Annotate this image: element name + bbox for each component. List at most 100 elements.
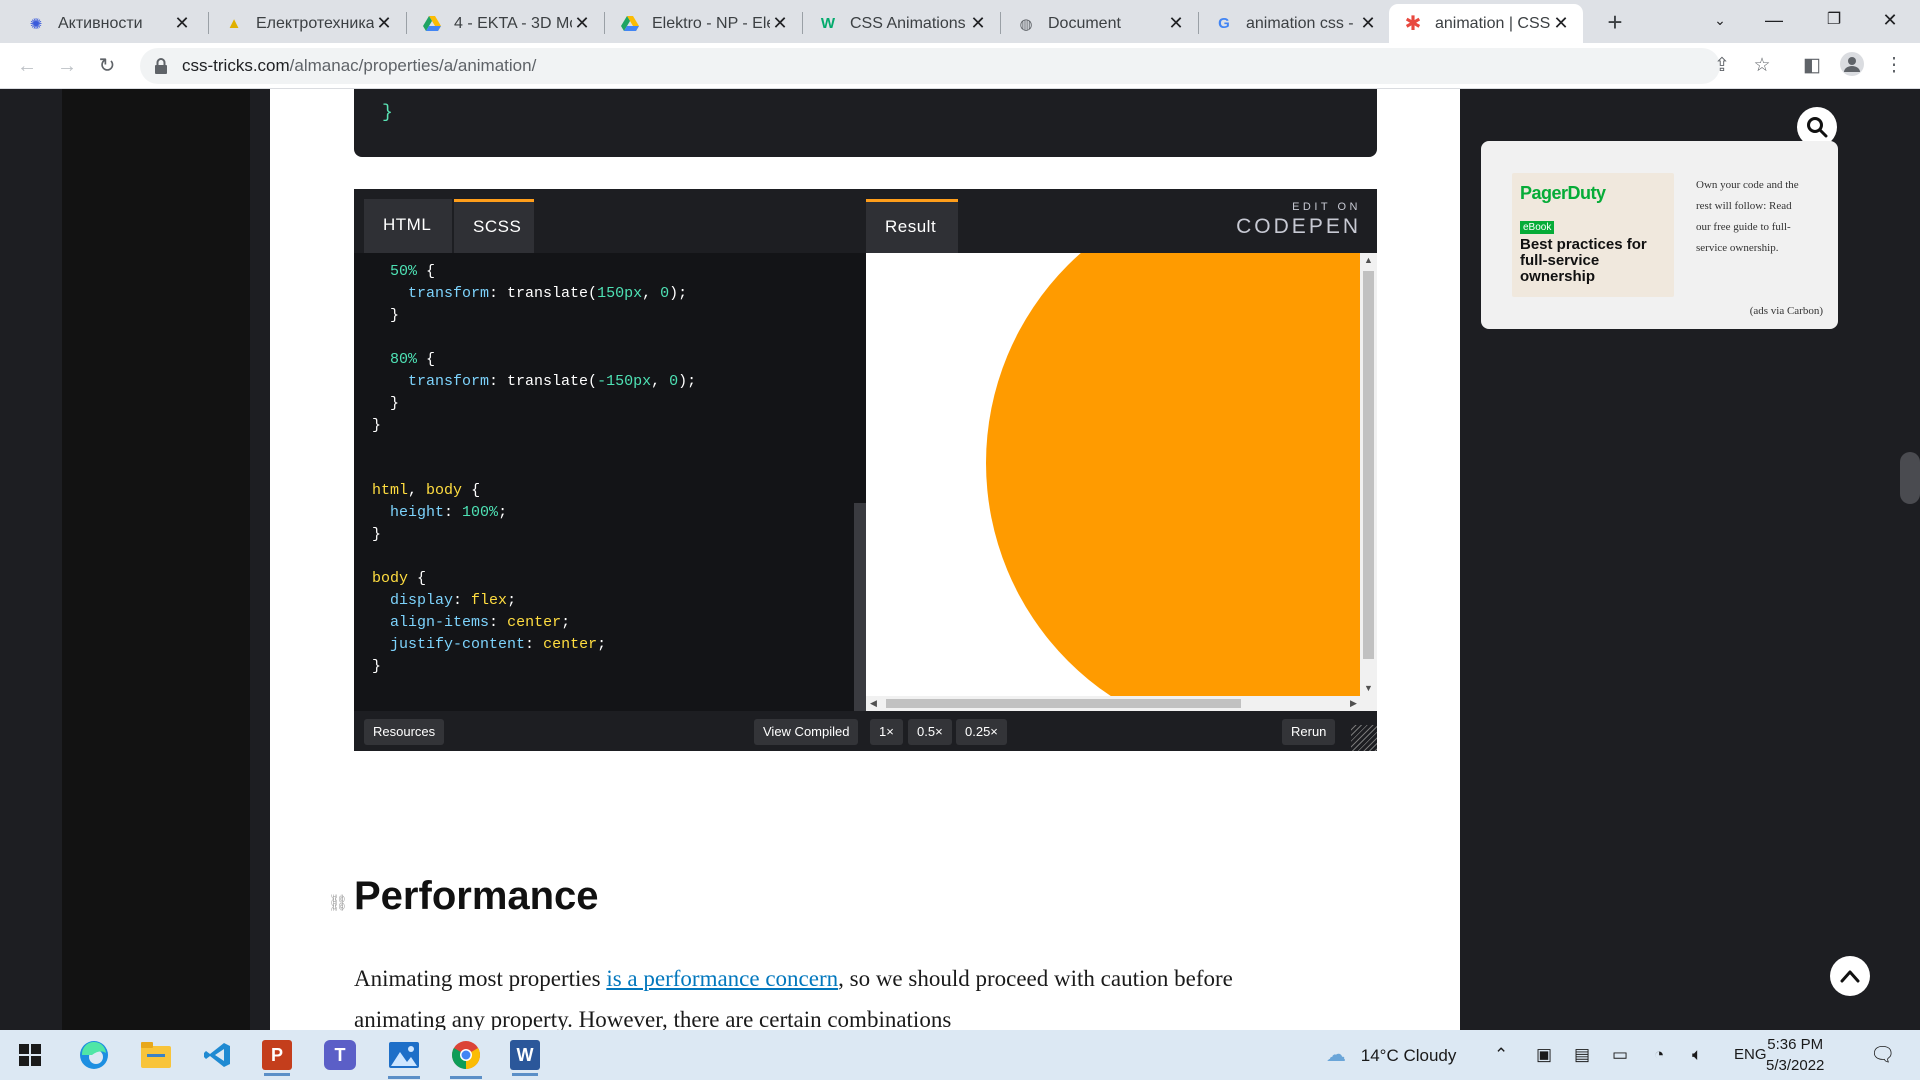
vscode-icon[interactable]: [200, 1037, 236, 1073]
browser-tab[interactable]: ◍ Document ✕: [1002, 4, 1198, 43]
browser-tab[interactable]: 4 - EKTA - 3D Mo ✕: [408, 4, 604, 43]
cloud-icon: ☁: [1326, 1044, 1346, 1066]
ad-image[interactable]: PagerDuty eBook Best practices for full-…: [1512, 173, 1674, 297]
activity-icon: ✺: [29, 15, 43, 33]
notifications-icon[interactable]: 🗨︎: [1870, 1030, 1895, 1080]
google-drive-icon: [620, 14, 640, 34]
chrome-icon[interactable]: [448, 1037, 484, 1079]
close-window-button[interactable]: ✕: [1862, 0, 1918, 40]
browser-tab[interactable]: G animation css - П ✕: [1200, 4, 1390, 43]
zoom-1x-button[interactable]: 1×: [870, 719, 903, 745]
tab-separator: [604, 12, 605, 34]
performance-concern-link[interactable]: is a performance concern: [606, 966, 838, 991]
scroll-down-arrow-icon[interactable]: ▼: [1364, 683, 1373, 693]
scroll-left-arrow-icon[interactable]: ◀: [870, 698, 877, 709]
ebook-badge: eBook: [1520, 221, 1555, 234]
scss-code-editor[interactable]: 50% { transform: translate(150px, 0); } …: [354, 253, 866, 711]
speaker-icon[interactable]: 🔈︎: [1692, 1030, 1702, 1080]
meet-now-icon[interactable]: ▣: [1536, 1030, 1552, 1080]
code-line: }: [390, 307, 400, 324]
side-panel-icon[interactable]: ◧: [1798, 52, 1826, 80]
word-icon[interactable]: W: [510, 1040, 540, 1076]
resize-handle[interactable]: [1351, 725, 1377, 751]
close-icon[interactable]: ✕: [572, 13, 592, 34]
browser-tab-strip: ✺ Активности ✕ ▲ Електротехника - ✕ 4 - …: [0, 0, 1920, 43]
system-clock[interactable]: 5:36 PM 5/3/2022: [1766, 1034, 1824, 1076]
close-icon[interactable]: ✕: [770, 13, 790, 34]
rerun-button[interactable]: Rerun: [1282, 719, 1336, 745]
browser-tab[interactable]: Elektro - NP - Ele ✕: [606, 4, 802, 43]
ads-via-carbon-link[interactable]: (ads via Carbon): [1750, 305, 1823, 317]
browser-tab[interactable]: ✺ Активности ✕: [12, 4, 204, 43]
weather-widget[interactable]: ☁ 14°C Cloudy: [1326, 1030, 1456, 1080]
wifi-icon[interactable]: ◔: [1654, 1030, 1664, 1080]
photos-icon[interactable]: [386, 1037, 422, 1079]
tray-app-icon[interactable]: ▤: [1574, 1030, 1590, 1080]
new-tab-button[interactable]: +: [1598, 6, 1632, 40]
scroll-right-arrow-icon[interactable]: ▶: [1350, 698, 1357, 709]
browser-tab-active[interactable]: ✱ animation | CSS-T ✕: [1389, 4, 1583, 43]
minimize-button[interactable]: —: [1746, 0, 1802, 40]
close-icon[interactable]: ✕: [1358, 13, 1378, 34]
scrollbar-thumb[interactable]: [1363, 271, 1374, 659]
left-sidebar-edge: [250, 89, 270, 1030]
close-icon[interactable]: ✕: [1166, 13, 1186, 34]
tab-separator: [1000, 12, 1001, 34]
edge-browser-icon[interactable]: [76, 1037, 112, 1073]
result-preview[interactable]: ▲ ▼ ◀ ▶: [866, 253, 1377, 711]
windows-start-icon[interactable]: [12, 1037, 48, 1073]
close-icon[interactable]: ✕: [172, 13, 192, 34]
back-button[interactable]: ←: [12, 51, 42, 81]
codepen-header: HTML SCSS Result EDIT ON CODEPEN: [354, 189, 1377, 253]
reload-button[interactable]: ↻: [92, 51, 122, 81]
file-explorer-icon[interactable]: [138, 1037, 174, 1073]
close-icon[interactable]: ✕: [374, 13, 394, 34]
tab-search-chevron-icon[interactable]: ⌄: [1692, 0, 1748, 40]
share-icon[interactable]: ⇪: [1708, 52, 1736, 80]
edit-on-codepen-link[interactable]: EDIT ON CODEPEN: [1236, 201, 1361, 239]
page-scrollbar-thumb[interactable]: [1900, 452, 1920, 504]
browser-tab[interactable]: W CSS Animations ✕: [804, 4, 1000, 43]
result-vertical-scrollbar[interactable]: ▲ ▼: [1360, 253, 1377, 696]
tab-html[interactable]: HTML: [364, 199, 452, 253]
address-bar[interactable]: css-tricks.com/almanac/properties/a/anim…: [140, 48, 1720, 84]
ad-text[interactable]: Own your code and the rest will follow: …: [1696, 175, 1806, 259]
tab-separator: [406, 12, 407, 34]
resources-button[interactable]: Resources: [364, 719, 445, 745]
tab-scss[interactable]: SCSS: [454, 199, 534, 253]
code-line: }: [390, 395, 400, 412]
zoom-025x-button[interactable]: 0.25×: [956, 719, 1007, 745]
view-compiled-button[interactable]: View Compiled: [754, 719, 859, 745]
bookmark-star-icon[interactable]: ☆: [1748, 52, 1776, 80]
codepen-logo: CODEPEN: [1236, 215, 1361, 238]
forward-button[interactable]: →: [52, 51, 82, 81]
tab-separator: [802, 12, 803, 34]
zoom-05x-button[interactable]: 0.5×: [908, 719, 952, 745]
tray-overflow-chevron-icon[interactable]: ⌃: [1494, 1030, 1508, 1080]
close-icon[interactable]: ✕: [968, 13, 988, 34]
browser-tab[interactable]: ▲ Електротехника - ✕: [210, 4, 406, 43]
carbon-ad[interactable]: PagerDuty eBook Best practices for full-…: [1481, 141, 1838, 329]
profile-avatar-icon[interactable]: [1838, 52, 1866, 80]
result-horizontal-scrollbar[interactable]: ◀ ▶: [866, 696, 1377, 711]
article-paragraph: Animating most properties is a performan…: [354, 966, 1233, 1032]
globe-icon: ◍: [1019, 15, 1033, 33]
back-to-top-button[interactable]: [1830, 956, 1870, 996]
close-icon[interactable]: ✕: [1551, 13, 1571, 34]
language-indicator[interactable]: ENG: [1734, 1030, 1767, 1080]
scroll-up-arrow-icon[interactable]: ▲: [1364, 255, 1373, 265]
tab-result[interactable]: Result: [866, 199, 958, 253]
menu-kebab-icon[interactable]: ⋮: [1880, 52, 1908, 80]
code-scrollbar[interactable]: [854, 503, 866, 711]
lock-icon: [154, 58, 168, 74]
battery-icon[interactable]: ▭: [1612, 1030, 1628, 1080]
animated-circle: [986, 253, 1377, 711]
powerpoint-icon[interactable]: P: [262, 1040, 292, 1076]
ad-headline: Best practices for full-service ownershi…: [1520, 236, 1647, 285]
restore-button[interactable]: ❐: [1806, 0, 1862, 40]
code-line: }: [372, 658, 382, 675]
link-anchor-icon[interactable]: ⛓: [328, 893, 348, 913]
teams-icon[interactable]: T: [324, 1040, 356, 1070]
scrollbar-thumb[interactable]: [886, 699, 1241, 708]
css-tricks-star-icon: ✱: [1404, 13, 1422, 35]
